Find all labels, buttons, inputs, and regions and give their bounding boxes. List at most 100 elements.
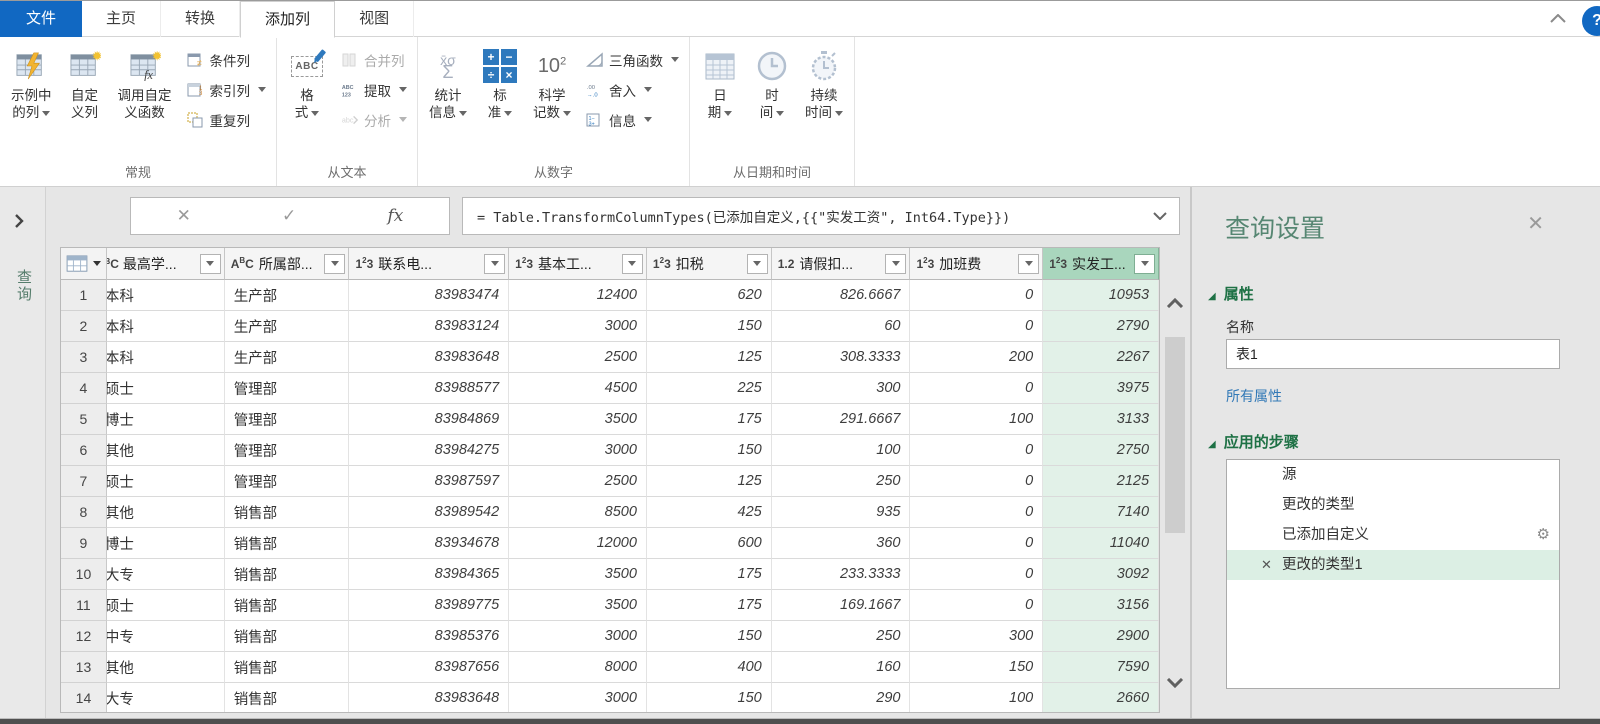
column-header-0[interactable]: ABC最高学... <box>106 248 225 280</box>
cell[interactable]: 销售部 <box>224 652 350 683</box>
cell[interactable]: 博士 <box>106 528 225 559</box>
statistics-button[interactable]: x̄σ Σ 统计 信息 <box>422 39 474 121</box>
cell[interactable]: 管理部 <box>224 466 350 497</box>
tab-file[interactable]: 文件 <box>0 1 83 37</box>
cell[interactable]: 60 <box>771 311 911 342</box>
formula-cancel-icon[interactable]: ✕ <box>177 206 191 226</box>
formula-expand-icon[interactable] <box>1141 212 1179 220</box>
cell[interactable]: 销售部 <box>224 590 350 621</box>
cell[interactable]: 150 <box>646 621 772 652</box>
row-number[interactable]: 10 <box>61 559 107 590</box>
applied-step-1[interactable]: 更改的类型 <box>1227 490 1559 520</box>
cell[interactable]: 销售部 <box>224 559 350 590</box>
cell[interactable]: 3133 <box>1043 404 1159 435</box>
filter-dropdown-icon[interactable] <box>621 253 643 274</box>
duration-button[interactable]: 持续 时间 <box>798 39 850 121</box>
cell[interactable]: 175 <box>646 404 772 435</box>
row-number[interactable]: 6 <box>61 435 107 466</box>
cell[interactable]: 本科 <box>106 311 225 342</box>
filter-dropdown-icon[interactable] <box>885 253 907 274</box>
extract-button[interactable]: ABC 123 提取 <box>341 77 407 102</box>
cell[interactable]: 0 <box>910 497 1044 528</box>
cell[interactable]: 0 <box>910 528 1044 559</box>
cell[interactable]: 0 <box>910 435 1044 466</box>
cell[interactable]: 2125 <box>1043 466 1159 497</box>
column-header-5[interactable]: 1.2 请假扣... <box>771 248 911 280</box>
cell[interactable]: 175 <box>646 590 772 621</box>
cell[interactable]: 425 <box>646 497 772 528</box>
cell[interactable]: 100 <box>771 435 911 466</box>
cell[interactable]: 935 <box>771 497 911 528</box>
cell[interactable]: 308.3333 <box>771 342 911 373</box>
cell[interactable]: 83989542 <box>349 497 510 528</box>
cell[interactable]: 硕士 <box>106 590 225 621</box>
invoke-custom-function-button[interactable]: ✹ fx 调用自定义函数 <box>111 39 179 121</box>
cell[interactable]: 销售部 <box>225 683 350 712</box>
scroll-down-icon[interactable] <box>1162 671 1188 695</box>
cell[interactable]: 0 <box>910 466 1044 497</box>
cell[interactable]: 125 <box>646 342 772 373</box>
cell[interactable]: 360 <box>771 528 911 559</box>
formula-input[interactable]: = Table.TransformColumnTypes(已添加自定义,{{"实… <box>463 206 1141 226</box>
cell[interactable]: 2500 <box>509 342 647 373</box>
cell[interactable]: 大专 <box>106 559 225 590</box>
cell[interactable]: 83983648 <box>349 683 510 712</box>
filter-dropdown-icon[interactable] <box>746 253 768 274</box>
cell[interactable]: 管理部 <box>224 404 350 435</box>
row-number[interactable]: 1 <box>61 280 107 311</box>
filter-dropdown-icon[interactable] <box>199 253 221 274</box>
cell[interactable]: 2900 <box>1043 621 1159 652</box>
cell[interactable]: 0 <box>910 373 1044 404</box>
column-header-1[interactable]: ABC 所属部... <box>224 248 350 280</box>
cell[interactable]: 233.3333 <box>771 559 911 590</box>
row-number[interactable]: 11 <box>61 590 107 621</box>
cell[interactable]: 291.6667 <box>771 404 911 435</box>
formula-fx-icon[interactable]: fx <box>388 206 404 226</box>
cell[interactable]: 3500 <box>509 404 647 435</box>
column-header-4[interactable]: 123 扣税 <box>646 248 772 280</box>
cell[interactable]: 225 <box>646 373 772 404</box>
cell[interactable]: 100 <box>910 683 1044 712</box>
cell[interactable]: 0 <box>910 590 1044 621</box>
tab-home[interactable]: 主页 <box>82 1 162 37</box>
cell[interactable]: 250 <box>771 621 911 652</box>
cell[interactable]: 150 <box>647 683 772 712</box>
formula-commit-icon[interactable]: ✓ <box>282 206 296 226</box>
cell[interactable]: 2790 <box>1043 311 1159 342</box>
vertical-scrollbar[interactable] <box>1162 291 1188 695</box>
close-panel-icon[interactable]: ✕ <box>1527 211 1544 236</box>
cell[interactable]: 3500 <box>509 590 647 621</box>
scrollbar-thumb[interactable] <box>1165 337 1185 533</box>
cell[interactable]: 150 <box>910 652 1044 683</box>
tab-add-column[interactable]: 添加列 <box>240 1 336 38</box>
expand-queries-pane-icon[interactable] <box>14 213 24 229</box>
cell[interactable]: 300 <box>910 621 1044 652</box>
filter-dropdown-icon[interactable] <box>484 253 506 274</box>
standard-button[interactable]: + − ÷ × 标准 <box>474 39 526 121</box>
select-all-table-icon[interactable] <box>61 248 107 280</box>
cell[interactable]: 100 <box>910 404 1044 435</box>
cell[interactable]: 硕士 <box>106 466 225 497</box>
cell[interactable]: 83983124 <box>349 311 510 342</box>
applied-step-0[interactable]: 源 <box>1227 460 1559 490</box>
cell[interactable]: 290 <box>772 683 911 712</box>
scientific-button[interactable]: 102 科学 记数 <box>526 39 578 121</box>
cell[interactable]: 600 <box>646 528 772 559</box>
cell[interactable]: 10953 <box>1043 280 1159 311</box>
scroll-up-icon[interactable] <box>1162 291 1188 315</box>
index-column-button[interactable]: 1 3 索引列 <box>187 77 266 102</box>
cell[interactable]: 150 <box>646 311 772 342</box>
row-number[interactable]: 2 <box>61 311 107 342</box>
cell[interactable]: 169.1667 <box>771 590 911 621</box>
cell[interactable]: 150 <box>646 435 772 466</box>
duplicate-column-button[interactable]: 重复列 <box>187 107 267 132</box>
filter-dropdown-icon[interactable] <box>324 253 346 274</box>
cell[interactable]: 本科 <box>106 280 225 311</box>
cell[interactable]: 83987656 <box>349 652 510 683</box>
column-from-examples-button[interactable]: 示例中 的列 <box>4 39 59 121</box>
properties-section-header[interactable]: ◢ 属性 <box>1208 283 1254 304</box>
cell[interactable]: 83983648 <box>349 342 510 373</box>
applied-step-2[interactable]: 已添加自定义 ⚙ <box>1227 520 1559 550</box>
row-number[interactable]: 12 <box>61 621 107 652</box>
cell[interactable]: 250 <box>771 466 911 497</box>
